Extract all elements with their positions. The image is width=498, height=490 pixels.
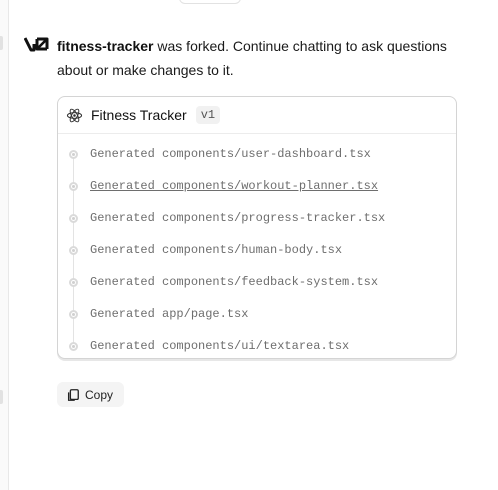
copy-button[interactable]: Copy: [57, 382, 124, 407]
file-item-label: Generated components/progress-tracker.ts…: [90, 211, 386, 225]
file-item-label: Generated app/page.tsx: [90, 307, 249, 321]
file-item[interactable]: Generated components/feedback-system.tsx: [58, 266, 456, 298]
file-item[interactable]: Generated app/page.tsx: [58, 298, 456, 330]
file-item[interactable]: Generated components/progress-tracker.ts…: [58, 202, 456, 234]
fork-message: fitness-tracker was forked. Continue cha…: [57, 34, 487, 82]
card-header: Fitness Tracker v1: [58, 97, 456, 134]
timeline-dot: [69, 246, 78, 255]
file-item[interactable]: Generated components/user-dashboard.tsx: [58, 138, 456, 170]
copy-button-label: Copy: [85, 387, 114, 402]
timeline-dot: [69, 342, 78, 351]
project-name: fitness-tracker: [57, 38, 154, 54]
file-item-label: Generated components/ui/textarea.tsx: [90, 339, 350, 353]
version-badge: v1: [195, 106, 221, 124]
v0-logo-icon: [24, 37, 49, 52]
timeline-dot: [69, 150, 78, 159]
sidebar-marker: [0, 390, 3, 404]
react-icon: [66, 108, 83, 122]
sidebar-marker: [0, 36, 3, 50]
file-item-label: Generated components/workout-planner.tsx: [90, 179, 379, 193]
message-text-continued: about or make changes to it.: [57, 62, 234, 78]
previous-message-edge: [179, 0, 241, 4]
timeline-dot: [69, 214, 78, 223]
copy-icon: [67, 388, 79, 401]
timeline-dot: [69, 310, 78, 319]
timeline-dot: [69, 182, 78, 191]
file-item[interactable]: Generated components/workout-planner.tsx: [58, 170, 456, 202]
generation-card[interactable]: Fitness Tracker v1 Generated components/…: [57, 96, 457, 359]
left-sidebar-edge: [0, 0, 9, 490]
timeline-dot: [69, 278, 78, 287]
file-item-label: Generated components/user-dashboard.tsx: [90, 147, 371, 161]
card-title: Fitness Tracker: [91, 107, 187, 123]
message-text: was forked. Continue chatting to ask que…: [153, 38, 447, 54]
file-item[interactable]: Generated components/ui/textarea.tsx: [58, 330, 456, 362]
generated-file-list: Generated components/user-dashboard.tsx …: [58, 134, 456, 362]
file-item-label: Generated components/human-body.tsx: [90, 243, 343, 257]
file-item-label: Generated components/feedback-system.tsx: [90, 275, 379, 289]
file-item[interactable]: Generated components/human-body.tsx: [58, 234, 456, 266]
